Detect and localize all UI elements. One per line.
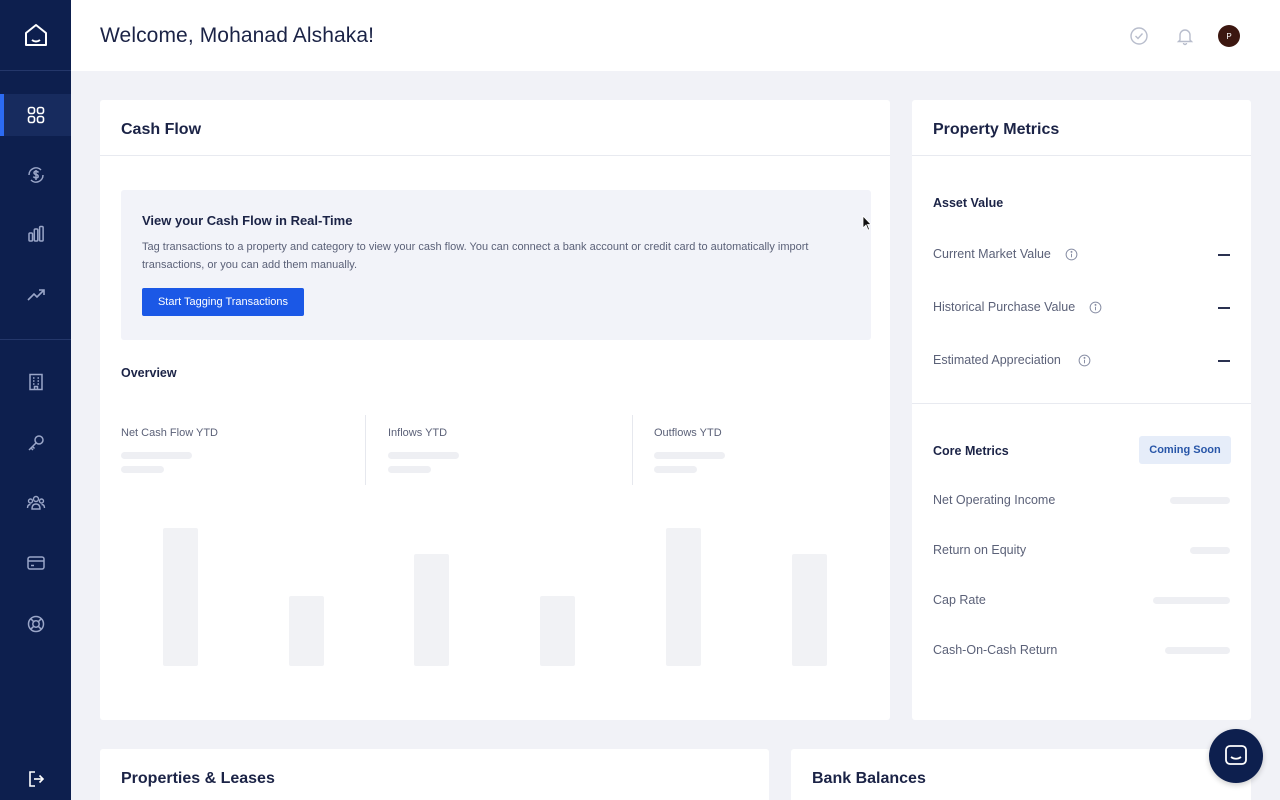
sidebar-item-insights[interactable] [0, 274, 71, 316]
stat-outflows: Outflows YTD [654, 415, 899, 485]
metric-value-dash [1218, 254, 1230, 256]
metric-label: Net Operating Income [933, 493, 1056, 507]
check-circle-icon[interactable] [1128, 25, 1150, 47]
loading-placeholder [1170, 497, 1230, 504]
dashboard-grid-icon [27, 106, 44, 124]
asset-value-title: Asset Value [933, 196, 1004, 210]
loading-placeholder [388, 452, 459, 459]
metric-label: Current Market Value [933, 247, 1051, 261]
avatar[interactable]: P [1218, 25, 1240, 47]
chart-placeholder-bar [540, 596, 575, 666]
sidebar-item-reports[interactable] [0, 213, 71, 255]
metric-label: Estimated Appreciation [933, 353, 1061, 367]
sidebar-item-properties[interactable] [0, 361, 71, 403]
sidebar-item-leases[interactable] [0, 422, 71, 464]
info-icon[interactable] [1089, 301, 1102, 314]
loading-placeholder [654, 466, 697, 473]
chart-placeholder-bar [163, 528, 198, 666]
cash-flow-promo: View your Cash Flow in Real-Time Tag tra… [121, 190, 871, 340]
metric-row-return-on-equity: Return on Equity [933, 541, 1230, 561]
stat-label: Net Cash Flow YTD [121, 427, 218, 439]
info-icon[interactable] [1078, 354, 1091, 367]
sidebar-item-payments[interactable] [0, 542, 71, 584]
lifebuoy-icon [27, 615, 44, 633]
section-divider [912, 403, 1251, 404]
people-icon [26, 495, 45, 510]
sidebar [0, 0, 71, 800]
loading-placeholder [1165, 647, 1230, 654]
metric-label: Historical Purchase Value [933, 300, 1076, 314]
property-metrics-title: Property Metrics [912, 100, 1251, 156]
stat-inflows: Inflows YTD [388, 415, 633, 485]
loading-placeholder [1190, 547, 1230, 554]
property-metrics-card: Property Metrics Asset Value Current Mar… [912, 100, 1251, 720]
logout-icon [28, 771, 44, 787]
sidebar-item-logout[interactable] [0, 758, 71, 800]
page-title: Welcome, Mohanad Alshaka! [100, 24, 375, 47]
properties-leases-card: Properties & Leases [100, 749, 769, 800]
loading-placeholder [1153, 597, 1230, 604]
sidebar-item-dashboard[interactable] [0, 94, 71, 136]
home-logo-icon[interactable] [0, 0, 71, 71]
sidebar-item-tenants[interactable] [0, 482, 71, 524]
metric-value-dash [1218, 360, 1230, 362]
loading-placeholder [654, 452, 725, 459]
trend-up-icon [26, 289, 45, 301]
coming-soon-badge: Coming Soon [1139, 436, 1231, 464]
chart-placeholder-bar [792, 554, 827, 666]
metric-label: Cap Rate [933, 593, 986, 607]
metric-row-cash-on-cash-return: Cash-On-Cash Return [933, 641, 1230, 661]
sidebar-item-support[interactable] [0, 603, 71, 645]
start-tagging-button[interactable]: Start Tagging Transactions [142, 288, 304, 316]
sidebar-item-transactions[interactable] [0, 154, 71, 196]
loading-placeholder [121, 452, 192, 459]
bar-chart-icon [27, 225, 44, 242]
chat-icon [1225, 745, 1247, 765]
key-icon [27, 435, 44, 451]
bank-balances-card: Bank Balances [791, 749, 1251, 800]
chat-launcher-button[interactable] [1209, 729, 1263, 783]
loading-placeholder [388, 466, 431, 473]
top-bar: Welcome, Mohanad Alshaka! P [71, 0, 1280, 71]
metric-row-cap-rate: Cap Rate [933, 591, 1230, 611]
stat-label: Outflows YTD [654, 427, 722, 439]
promo-text: Tag transactions to a property and categ… [142, 241, 809, 271]
cash-flow-card: Cash Flow View your Cash Flow in Real-Ti… [100, 100, 890, 720]
core-metrics-title: Core Metrics [933, 444, 1009, 458]
metric-row-estimated-appreciation: Estimated Appreciation [933, 351, 1230, 371]
chart-placeholder-bar [666, 528, 701, 666]
stat-divider [365, 415, 366, 485]
chart-placeholder-bar [289, 596, 324, 666]
loading-placeholder [121, 466, 164, 473]
bank-balances-title: Bank Balances [812, 770, 926, 787]
info-icon[interactable] [1065, 248, 1078, 261]
bell-icon[interactable] [1174, 25, 1196, 47]
properties-leases-title: Properties & Leases [121, 770, 275, 787]
metric-row-historical-purchase-value: Historical Purchase Value [933, 298, 1230, 318]
metric-row-current-market-value: Current Market Value [933, 245, 1230, 265]
credit-card-icon [26, 556, 45, 570]
overview-title: Overview [121, 366, 177, 380]
building-icon [28, 373, 43, 391]
chart-placeholder-bar [414, 554, 449, 666]
cash-flow-title: Cash Flow [100, 100, 890, 156]
metric-value-dash [1218, 307, 1230, 309]
metric-label: Cash-On-Cash Return [933, 643, 1058, 657]
stat-label: Inflows YTD [388, 427, 448, 439]
sidebar-divider [0, 339, 71, 340]
metric-label: Return on Equity [933, 543, 1027, 557]
dollar-cycle-icon [27, 167, 44, 183]
stat-net-cash-flow: Net Cash Flow YTD [121, 415, 366, 485]
mouse-cursor-icon [862, 215, 872, 231]
metric-row-net-operating-income: Net Operating Income [933, 491, 1230, 511]
promo-title: View your Cash Flow in Real-Time [142, 213, 353, 228]
stat-divider [632, 415, 633, 485]
